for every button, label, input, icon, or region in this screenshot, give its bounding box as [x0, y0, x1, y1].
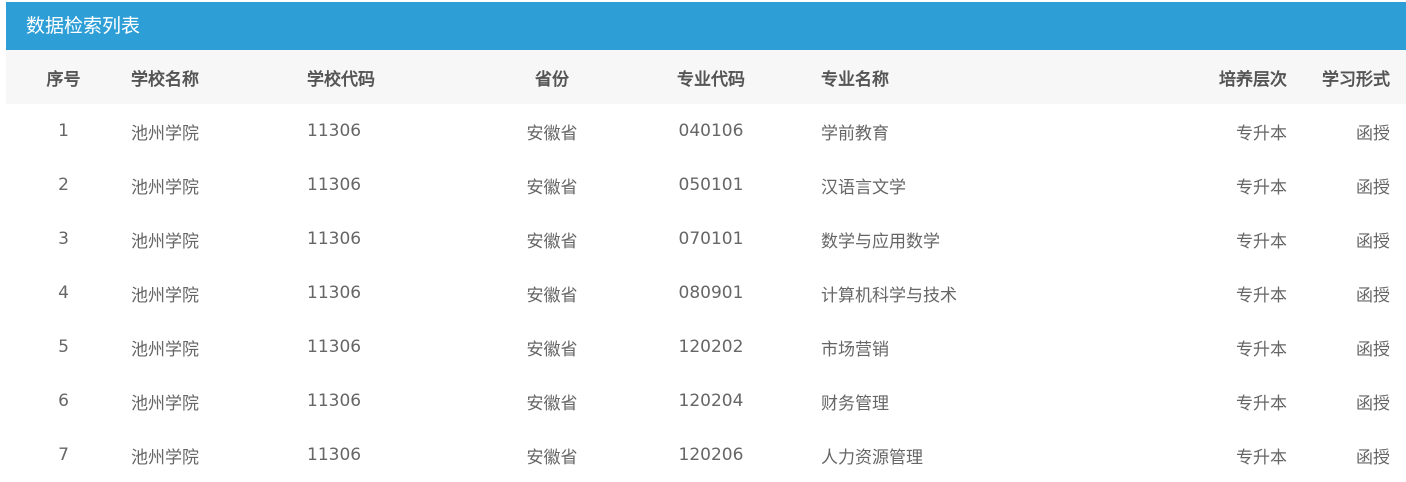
cell-study-mode: 函授	[1356, 285, 1390, 306]
cell-major-code: 120202	[678, 337, 744, 357]
cell-province: 安徽省	[526, 231, 578, 252]
panel-title: 数据检索列表	[6, 2, 1406, 50]
cell-major-name: 学前教育	[821, 123, 889, 144]
results-table: 序号 学校名称 学校代码 省份 专业代码 专业名称 培养层次 学习形式 1 池州学…	[6, 50, 1406, 482]
cell-index: 4	[58, 283, 69, 303]
cell-major-name: 人力资源管理	[821, 447, 923, 468]
cell-major-code: 050101	[678, 175, 744, 195]
cell-study-mode: 函授	[1356, 393, 1390, 414]
cell-school-name: 池州学院	[131, 393, 199, 414]
table-row: 7 池州学院 11306 安徽省 120206 人力资源管理 专升本 函授	[6, 428, 1406, 482]
table-row: 5 池州学院 11306 安徽省 120202 市场营销 专升本 函授	[6, 320, 1406, 374]
cell-school-name: 池州学院	[131, 447, 199, 468]
cell-school-name: 池州学院	[131, 285, 199, 306]
column-header-major-code: 专业代码	[677, 69, 745, 90]
cell-province: 安徽省	[526, 393, 578, 414]
cell-school-name: 池州学院	[131, 339, 199, 360]
data-list-panel: 数据检索列表 序号 学校名称 学校代码 省份 专业代码 专业名称 培养层次 学习…	[6, 2, 1406, 482]
table-header: 序号 学校名称 学校代码 省份 专业代码 专业名称 培养层次 学习形式	[6, 50, 1406, 104]
cell-level: 专升本	[1236, 285, 1287, 306]
cell-major-code: 080901	[678, 283, 744, 303]
table-row: 4 池州学院 11306 安徽省 080901 计算机科学与技术 专升本 函授	[6, 266, 1406, 320]
cell-school-code: 11306	[307, 337, 362, 357]
cell-major-code: 120206	[678, 445, 744, 465]
cell-major-name: 财务管理	[821, 393, 889, 414]
column-header-school-code: 学校代码	[307, 69, 375, 90]
column-header-school-name: 学校名称	[131, 69, 199, 90]
cell-school-code: 11306	[307, 121, 362, 141]
cell-level: 专升本	[1236, 447, 1287, 468]
cell-level: 专升本	[1236, 339, 1287, 360]
table-body: 1 池州学院 11306 安徽省 040106 学前教育 专升本 函授 2 池州学院 11306 安徽…	[6, 104, 1406, 482]
cell-school-code: 11306	[307, 229, 362, 249]
cell-province: 安徽省	[526, 285, 578, 306]
header-row: 序号 学校名称 学校代码 省份 专业代码 专业名称 培养层次 学习形式	[6, 50, 1406, 104]
cell-study-mode: 函授	[1356, 177, 1390, 198]
cell-index: 6	[58, 391, 69, 411]
cell-major-name: 数学与应用数学	[821, 231, 940, 252]
cell-study-mode: 函授	[1356, 231, 1390, 252]
table-row: 2 池州学院 11306 安徽省 050101 汉语言文学 专升本 函授	[6, 158, 1406, 212]
cell-index: 3	[58, 229, 69, 249]
cell-index: 5	[58, 337, 69, 357]
cell-province: 安徽省	[526, 339, 578, 360]
column-header-level: 培养层次	[1219, 69, 1287, 90]
cell-province: 安徽省	[526, 447, 578, 468]
cell-school-code: 11306	[307, 391, 362, 411]
cell-study-mode: 函授	[1356, 447, 1390, 468]
cell-province: 安徽省	[526, 123, 578, 144]
table-row: 6 池州学院 11306 安徽省 120204 财务管理 专升本 函授	[6, 374, 1406, 428]
column-header-index: 序号	[46, 69, 81, 90]
cell-study-mode: 函授	[1356, 339, 1390, 360]
cell-major-code: 120204	[678, 391, 744, 411]
cell-index: 7	[58, 445, 69, 465]
cell-major-name: 汉语言文学	[821, 177, 906, 198]
cell-province: 安徽省	[526, 177, 578, 198]
cell-major-name: 计算机科学与技术	[821, 285, 957, 306]
cell-level: 专升本	[1236, 123, 1287, 144]
cell-major-name: 市场营销	[821, 339, 889, 360]
cell-school-name: 池州学院	[131, 231, 199, 252]
cell-school-code: 11306	[307, 445, 362, 465]
cell-level: 专升本	[1236, 177, 1287, 198]
cell-level: 专升本	[1236, 393, 1287, 414]
column-header-study-mode: 学习形式	[1322, 69, 1390, 90]
cell-major-code: 070101	[678, 229, 744, 249]
cell-school-code: 11306	[307, 175, 362, 195]
cell-school-code: 11306	[307, 283, 362, 303]
cell-level: 专升本	[1236, 231, 1287, 252]
cell-school-name: 池州学院	[131, 123, 199, 144]
column-header-major-name: 专业名称	[821, 69, 889, 90]
cell-school-name: 池州学院	[131, 177, 199, 198]
cell-study-mode: 函授	[1356, 123, 1390, 144]
cell-index: 2	[58, 175, 69, 195]
cell-index: 1	[58, 121, 69, 141]
column-header-province: 省份	[535, 69, 569, 90]
cell-major-code: 040106	[678, 121, 744, 141]
table-row: 1 池州学院 11306 安徽省 040106 学前教育 专升本 函授	[6, 104, 1406, 158]
table-row: 3 池州学院 11306 安徽省 070101 数学与应用数学 专升本 函授	[6, 212, 1406, 266]
